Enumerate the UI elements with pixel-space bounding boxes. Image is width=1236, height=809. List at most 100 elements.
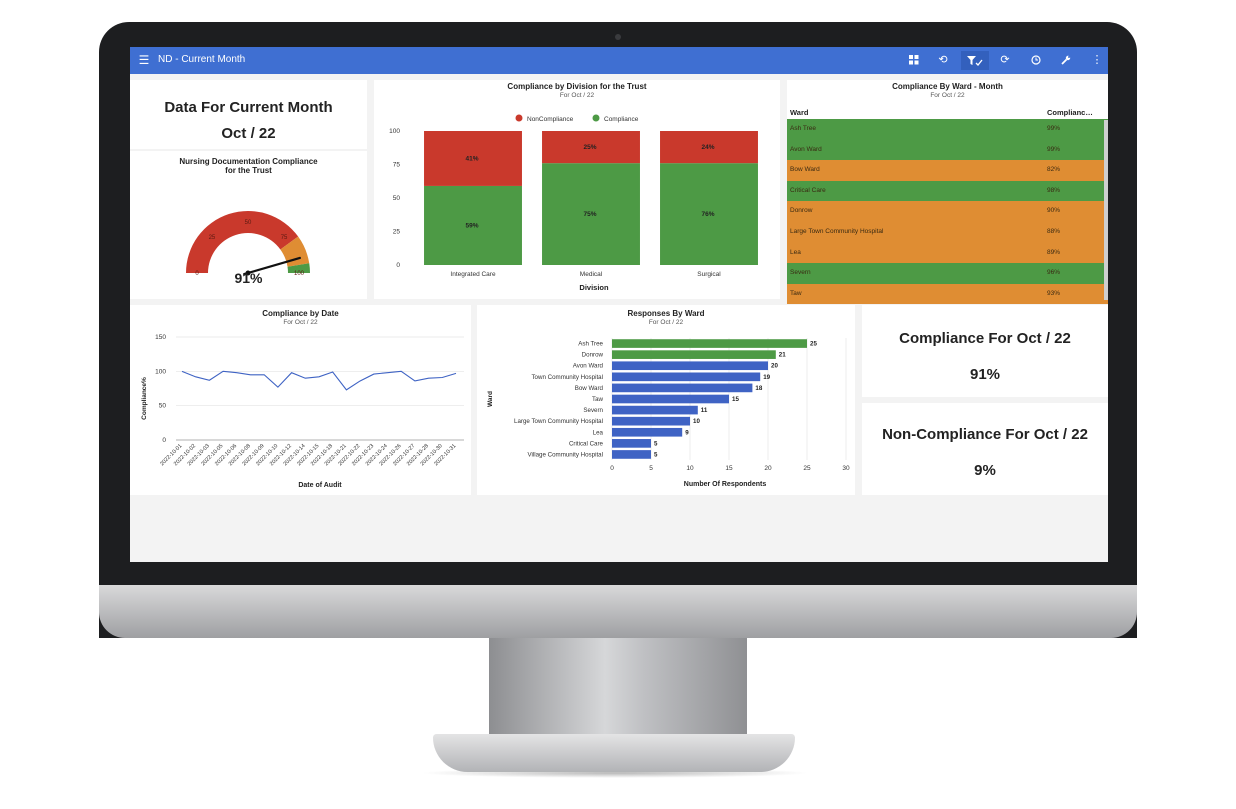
bar-critical-care	[612, 439, 651, 448]
ward-table-row[interactable]: Severn 96%	[787, 263, 1108, 284]
ward-table-row[interactable]: Donrow 90%	[787, 201, 1108, 222]
bar-severn	[612, 405, 698, 415]
monitor-chin	[99, 585, 1137, 638]
ward-table-row[interactable]: Critical Care 98%	[787, 180, 1108, 202]
y-category-label: Bow Ward	[575, 385, 604, 392]
bar-taw	[612, 394, 729, 404]
y-category-label: Taw	[592, 396, 604, 403]
bar-data-label: 41%	[465, 155, 478, 162]
current-month-period: Oct / 22	[221, 125, 276, 142]
ward-compliance-cell: 99%	[1047, 145, 1061, 153]
refresh-icon[interactable]: ⟳	[995, 51, 1015, 70]
bar-data-label: 75%	[583, 211, 596, 218]
x-category-label: Surgical	[697, 271, 721, 278]
compliance-line-series	[181, 370, 457, 391]
ward-name-cell: Ash Tree	[790, 125, 817, 132]
dashboard-screen: ☰ ND - Current Month ⟲ ⟳ ⋮ Data For Curr…	[130, 47, 1108, 562]
x-tick-label: 5	[649, 465, 653, 472]
ward-table-scrollbar[interactable]	[1104, 120, 1108, 300]
ward-table-row[interactable]: Bow Ward 82%	[787, 160, 1108, 181]
more-vert-icon[interactable]: ⋮	[1087, 51, 1107, 70]
y-category-label: Donrow	[582, 352, 604, 359]
gauge-tick-label: 75	[281, 235, 288, 241]
clock-icon[interactable]	[1026, 51, 1046, 70]
y-tick-label: 50	[393, 195, 401, 202]
y-tick-label: 75	[393, 162, 401, 169]
bar-data-label: 15	[732, 396, 739, 403]
bar-data-label: 11	[701, 407, 708, 414]
ward-name-cell: Donrow	[790, 207, 813, 215]
ward-compliance-cell: 88%	[1047, 227, 1061, 235]
ward-compliance-card: Compliance By Ward - Month For Oct / 22 …	[787, 80, 1108, 305]
y-tick-label: 25	[393, 229, 401, 236]
legend-label-noncompliance: NonCompliance	[527, 116, 574, 123]
y-category-label: Critical Care	[569, 440, 604, 447]
ward-table-row[interactable]: Large Town Community Hospital 88%	[787, 221, 1108, 243]
gauge-value-label: 91%	[234, 270, 263, 286]
x-tick-label: 15	[725, 465, 733, 472]
top-bar: ☰ ND - Current Month ⟲ ⟳ ⋮	[130, 47, 1108, 74]
date-chart-card: Compliance by Date For Oct / 22 0 50 100 15…	[130, 305, 471, 495]
x-category-label: Medical	[580, 271, 603, 278]
noncompliance-kpi-title: Non-Compliance For Oct / 22	[882, 426, 1088, 443]
responses-chart-card: Responses By Ward For Oct / 22 0 5 10 15 20 2…	[477, 305, 855, 495]
bar-data-label: 76%	[701, 211, 714, 218]
bar-ash-tree	[612, 339, 807, 348]
y-tick-label: 0	[396, 262, 400, 269]
hamburger-menu-icon[interactable]: ☰	[137, 53, 151, 67]
wrench-icon[interactable]	[1056, 51, 1076, 70]
camera-dot	[615, 34, 621, 40]
y-category-label: Avon Ward	[573, 363, 604, 370]
x-tick-label: 30	[842, 465, 850, 472]
x-tick-label: 10	[686, 465, 694, 472]
y-category-label: Town Community Hospital	[531, 374, 603, 381]
ward-name-cell: Critical Care	[790, 186, 826, 194]
ward-compliance-cell: 89%	[1047, 248, 1061, 256]
ward-table-body: Ash Tree 99% Avon Ward 99% Bow Ward 82% Critic…	[787, 119, 1108, 305]
bar-data-label: 25%	[583, 144, 596, 151]
bar-data-label: 18	[755, 385, 762, 392]
gauge-tick-label: 50	[245, 220, 252, 226]
bar-data-label: 25	[810, 341, 817, 348]
y-tick-label: 100	[389, 128, 400, 135]
y-category-label: Village Community Hospital	[527, 451, 603, 458]
bar-village-community-hospital	[612, 450, 651, 459]
ward-table-row[interactable]: Taw 93%	[787, 283, 1108, 305]
division-stacked-bar-chart: NonCompliance Compliance 0 25 50 75 100 59% 41% I…	[389, 114, 758, 292]
x-axis-title: Date of Audit	[298, 482, 342, 489]
ward-table-row[interactable]: Lea 89%	[787, 242, 1108, 264]
compliance-column-header[interactable]: Complianc…	[1047, 108, 1093, 117]
legend-marker-noncompliance	[515, 114, 523, 122]
legend-marker-compliance	[592, 114, 600, 122]
bar-data-label: 24%	[701, 144, 714, 151]
filter-check-icon[interactable]	[961, 51, 989, 70]
y-tick-label: 100	[155, 368, 166, 375]
bar-donrow	[612, 350, 776, 359]
monitor-stand-neck	[489, 638, 747, 738]
x-tick-label: 20	[764, 465, 772, 472]
current-month-card: Data For Current Month Oct / 22	[130, 80, 367, 149]
ward-name-cell: Avon Ward	[790, 145, 822, 153]
responses-horizontal-bar-chart: 0 5 10 15 20 25 30 Ash Tree 25 Donrow 21 Avon Ward 2…	[487, 338, 850, 488]
ward-table-header: Ward Complianc…	[787, 105, 1108, 119]
ward-table-title: Compliance By Ward - Month	[892, 82, 1003, 91]
monitor-stand-base	[433, 734, 795, 772]
grid-icon[interactable]	[904, 51, 924, 70]
ward-column-header[interactable]: Ward	[790, 108, 808, 117]
y-axis-title: Compliance%	[141, 377, 148, 420]
y-tick-label: 0	[162, 437, 166, 444]
x-axis-title: Number Of Respondents	[684, 481, 767, 488]
y-tick-label: 50	[159, 403, 167, 410]
undo-icon[interactable]: ⟲	[933, 51, 953, 70]
ward-compliance-cell: 82%	[1047, 166, 1061, 174]
ward-table-row[interactable]: Avon Ward 99%	[787, 139, 1108, 161]
bar-bow-ward	[612, 383, 753, 393]
ward-compliance-table: Ward Complianc… Ash Tree 99% Avon Ward 99% B…	[787, 105, 1108, 305]
ward-name-cell: Lea	[790, 248, 801, 256]
noncompliance-kpi-value: 9%	[974, 462, 996, 479]
ward-table-row[interactable]: Ash Tree 99%	[787, 119, 1108, 140]
ward-name-cell: Bow Ward	[790, 166, 820, 174]
bar-lea	[612, 427, 683, 437]
bar-data-label: 9	[685, 429, 689, 436]
bar-town-community-hospital	[612, 372, 761, 382]
